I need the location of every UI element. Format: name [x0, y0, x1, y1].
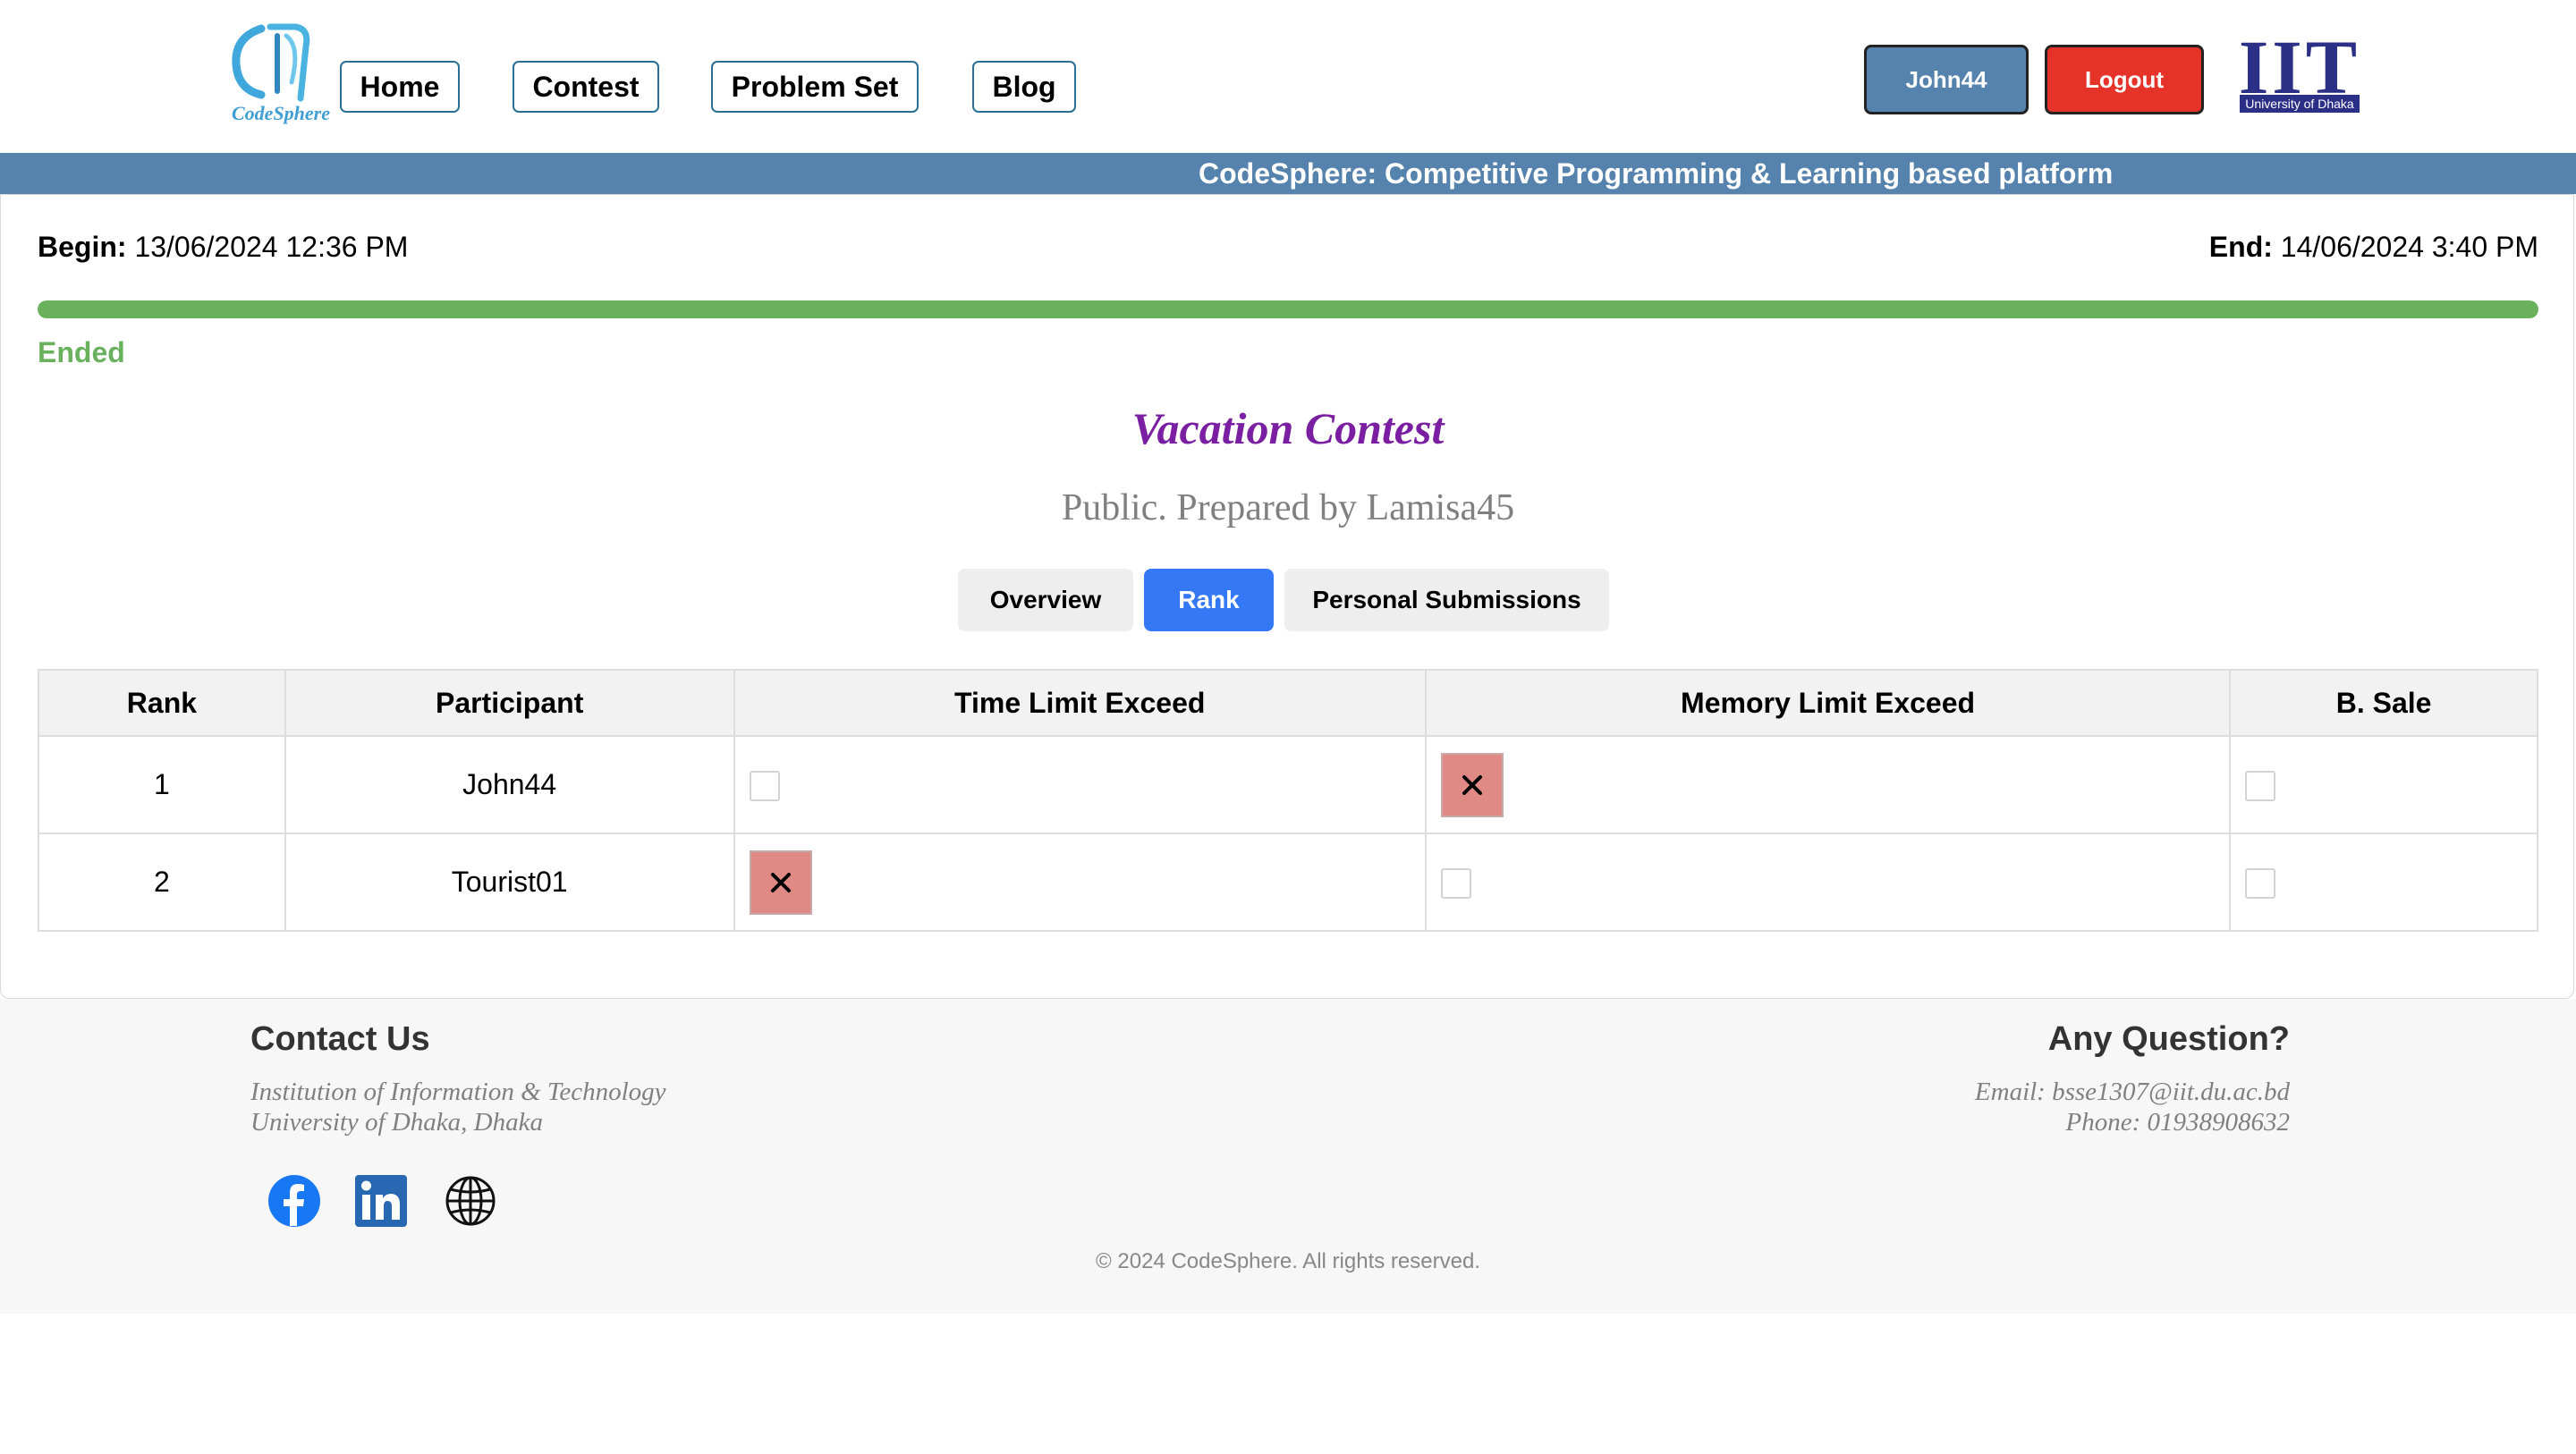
table-row: 2 Tourist01: [38, 833, 2538, 932]
empty-result-box[interactable]: [2245, 771, 2276, 802]
rank-cell: 1: [38, 735, 286, 834]
contact-line-university: University of Dhaka, Dhaka: [250, 1108, 543, 1137]
top-header: CodeSphere Home Contest Problem Set Blog…: [0, 0, 2576, 153]
rank-table: Rank Participant Time Limit Exceed Memor…: [38, 669, 2538, 932]
contest-begin: Begin: 13/06/2024 12:36 PM: [38, 231, 408, 264]
column-header-time-limit-exceed[interactable]: Time Limit Exceed: [733, 669, 1427, 737]
participant-cell[interactable]: John44: [284, 735, 735, 834]
column-header-participant: Participant: [284, 669, 735, 737]
tab-personal-submissions[interactable]: Personal Submissions: [1284, 569, 1609, 631]
nav-home[interactable]: Home: [340, 61, 460, 113]
copyright-text: © 2024 CodeSphere. All rights reserved.: [1096, 1249, 1480, 1273]
table-row: 1 John44: [38, 735, 2538, 834]
problem-result-cell: [1424, 833, 2232, 932]
empty-result-box[interactable]: [1440, 868, 1471, 900]
contest-progress-fill: [38, 300, 2538, 318]
tab-overview[interactable]: Overview: [958, 569, 1133, 631]
column-header-b-sale[interactable]: B. Sale: [2229, 669, 2538, 737]
codesphere-logo-icon: [232, 23, 310, 102]
banner-text: CodeSphere: Competitive Programming & Le…: [1199, 157, 2114, 190]
logo-text: CodeSphere: [232, 102, 330, 124]
tab-rank[interactable]: Rank: [1144, 569, 1274, 631]
facebook-icon[interactable]: [267, 1174, 321, 1228]
user-profile-button[interactable]: John44: [1864, 45, 2029, 114]
nav-blog[interactable]: Blog: [972, 61, 1076, 113]
globe-icon[interactable]: [444, 1174, 497, 1228]
iit-logo-subtitle: University of Dhaka: [2240, 95, 2360, 113]
contact-title: Contact Us: [250, 1020, 430, 1058]
empty-result-box[interactable]: [2245, 868, 2276, 900]
problem-result-cell: [733, 833, 1427, 932]
nav-contest[interactable]: Contest: [513, 61, 659, 113]
contest-subtitle: Public. Prepared by Lamisa45: [1061, 487, 1515, 528]
contest-title: Vacation Contest: [1131, 403, 1445, 453]
column-header-rank: Rank: [38, 669, 286, 737]
close-icon: [770, 872, 791, 892]
end-value: 14/06/2024 3:40 PM: [2280, 231, 2538, 263]
table-header-row: Rank Participant Time Limit Exceed Memor…: [38, 669, 2538, 737]
begin-value: 13/06/2024 12:36 PM: [134, 231, 409, 263]
close-icon: [1462, 774, 1482, 795]
contest-status: Ended: [38, 336, 125, 368]
contest-progress-bar: [38, 300, 2538, 318]
codesphere-logo[interactable]: CodeSphere: [225, 20, 336, 136]
problem-result-cell: [1424, 735, 2232, 834]
nav-problem-set[interactable]: Problem Set: [711, 61, 919, 113]
contest-end: End: 14/06/2024 3:40 PM: [2209, 231, 2538, 264]
end-label: End:: [2208, 231, 2273, 263]
column-header-memory-limit-exceed[interactable]: Memory Limit Exceed: [1424, 669, 2232, 737]
question-title: Any Question?: [2047, 1020, 2290, 1058]
problem-result-cell: [2229, 735, 2538, 834]
iit-logo: IIT University of Dhaka: [2238, 27, 2361, 114]
linkedin-icon[interactable]: [354, 1174, 408, 1228]
problem-result-cell: [733, 735, 1427, 834]
failed-attempt-box[interactable]: [749, 850, 812, 915]
begin-label: Begin:: [38, 231, 127, 263]
empty-result-box[interactable]: [749, 771, 780, 802]
logout-button[interactable]: Logout: [2045, 45, 2204, 114]
participant-cell[interactable]: Tourist01: [284, 833, 735, 932]
page-footer: Contact Us Institution of Information & …: [0, 999, 2576, 1314]
contact-phone: Phone: 01938908632: [2065, 1108, 2291, 1137]
contact-email[interactable]: Email: bsse1307@iit.du.ac.bd: [1975, 1078, 2290, 1107]
platform-banner: CodeSphere: Competitive Programming & Le…: [0, 153, 2576, 194]
failed-attempt-box[interactable]: [1440, 752, 1504, 817]
contact-line-institution: Institution of Information & Technology: [250, 1078, 666, 1106]
problem-result-cell: [2229, 833, 2538, 932]
rank-cell: 2: [38, 833, 286, 932]
